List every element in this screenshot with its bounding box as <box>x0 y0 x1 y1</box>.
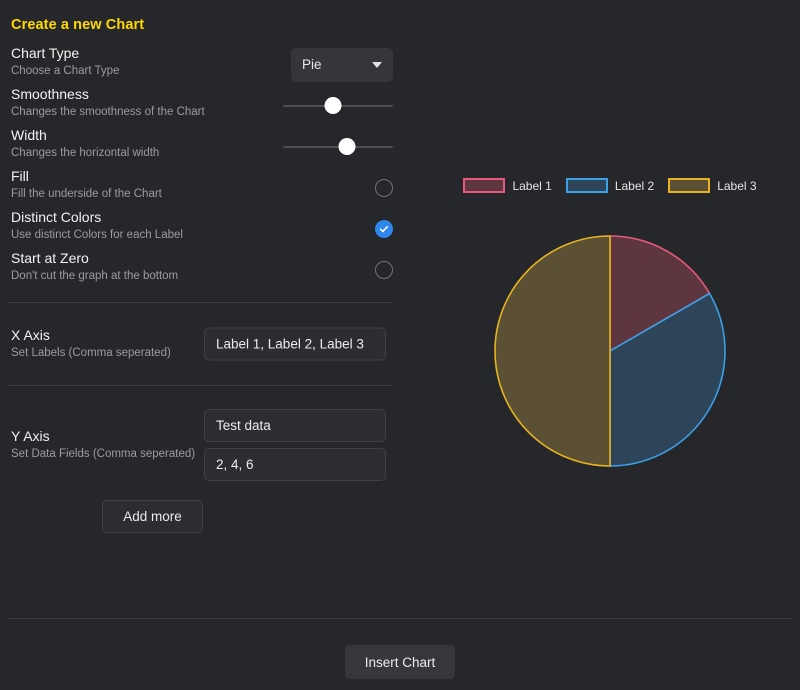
y-axis-text: Y Axis Set Data Fields (Comma seperated) <box>11 427 201 463</box>
setting-distinct-colors: Distinct Colors Use distinct Colors for … <box>0 208 420 249</box>
legend-item[interactable]: Label 1 <box>463 178 552 193</box>
setting-distinct-colors-control <box>375 208 393 249</box>
setting-width: Width Changes the horizontal width <box>0 126 420 167</box>
setting-distinct-colors-label: Distinct Colors <box>11 209 102 225</box>
divider-above-y-axis <box>8 385 393 386</box>
setting-fill-text: Fill Fill the underside of the Chart <box>11 167 261 203</box>
x-axis-description: Set Labels (Comma seperated) <box>11 347 171 359</box>
y-axis-series-name-input[interactable] <box>204 409 386 442</box>
setting-fill-control <box>375 167 393 208</box>
setting-width-description: Changes the horizontal width <box>11 147 160 159</box>
setting-start-at-zero-control <box>375 249 393 290</box>
insert-chart-button[interactable]: Insert Chart <box>345 645 455 679</box>
y-axis-label: Y Axis <box>11 428 50 444</box>
setting-fill-label: Fill <box>11 168 29 184</box>
setting-chart-type: Chart Type Choose a Chart Type Pie <box>0 44 420 85</box>
footer-divider <box>8 618 793 619</box>
add-more-button[interactable]: Add more <box>102 500 203 533</box>
chart-preview: Label 1 Label 2 Label 3 <box>420 44 800 604</box>
setting-fill-description: Fill the underside of the Chart <box>11 188 162 200</box>
y-axis-fields <box>204 409 386 481</box>
setting-width-text: Width Changes the horizontal width <box>11 126 261 162</box>
y-axis-section: Y Axis Set Data Fields (Comma seperated) <box>0 402 420 488</box>
settings-panel: Chart Type Choose a Chart Type Pie Smoot… <box>0 44 420 533</box>
x-axis-fields <box>204 327 386 361</box>
legend-item[interactable]: Label 2 <box>565 178 655 193</box>
x-axis-section: X Axis Set Labels (Comma seperated) <box>0 315 420 373</box>
x-axis-text: X Axis Set Labels (Comma seperated) <box>11 326 201 362</box>
x-axis-labels-input[interactable] <box>204 327 386 361</box>
setting-smoothness-description: Changes the smoothness of the Chart <box>11 106 205 118</box>
y-axis-description: Set Data Fields (Comma seperated) <box>11 448 196 460</box>
legend-item[interactable]: Label 3 <box>668 178 757 193</box>
legend-label: Label 1 <box>512 178 552 193</box>
divider-above-x-axis <box>8 302 393 303</box>
chevron-down-icon <box>372 61 382 68</box>
create-chart-dialog: Create a new Chart Chart Type Choose a C… <box>0 0 800 690</box>
setting-start-at-zero-text: Start at Zero Don't cut the graph at the… <box>11 249 261 285</box>
start-at-zero-toggle[interactable] <box>375 260 393 279</box>
setting-chart-type-description: Choose a Chart Type <box>11 65 120 77</box>
pie-chart-wrapper <box>420 226 800 476</box>
setting-smoothness-label: Smoothness <box>11 86 89 102</box>
fill-toggle[interactable] <box>375 178 393 197</box>
setting-start-at-zero-description: Don't cut the graph at the bottom <box>11 270 179 282</box>
chart-type-dropdown[interactable]: Pie <box>291 47 393 82</box>
setting-chart-type-text: Chart Type Choose a Chart Type <box>11 44 261 80</box>
x-axis-label: X Axis <box>11 327 50 343</box>
chart-legend: Label 1 Label 2 Label 3 <box>420 178 800 193</box>
pie-chart[interactable] <box>485 226 735 476</box>
setting-width-label: Width <box>11 127 47 143</box>
distinct-colors-toggle[interactable] <box>375 219 393 238</box>
setting-start-at-zero-label: Start at Zero <box>11 250 89 266</box>
footer-actions: Insert Chart <box>0 645 800 679</box>
legend-label: Label 2 <box>614 178 655 193</box>
legend-swatch <box>668 178 711 193</box>
width-slider[interactable] <box>283 137 393 157</box>
check-icon <box>379 225 389 232</box>
chart-type-dropdown-value: Pie <box>302 57 322 72</box>
setting-smoothness-control <box>283 85 393 126</box>
legend-swatch <box>463 178 506 193</box>
smoothness-slider-thumb[interactable] <box>324 97 341 114</box>
setting-start-at-zero: Start at Zero Don't cut the graph at the… <box>0 249 420 290</box>
setting-smoothness: Smoothness Changes the smoothness of the… <box>0 85 420 126</box>
y-axis-data-values-input[interactable] <box>204 448 386 481</box>
legend-label: Label 3 <box>717 178 757 193</box>
pie-slice[interactable] <box>494 235 611 467</box>
setting-fill: Fill Fill the underside of the Chart <box>0 167 420 208</box>
setting-chart-type-label: Chart Type <box>11 45 80 61</box>
setting-distinct-colors-description: Use distinct Colors for each Label <box>11 229 183 241</box>
legend-swatch <box>565 178 608 193</box>
setting-chart-type-control: Pie <box>291 44 393 85</box>
width-slider-thumb[interactable] <box>338 138 356 155</box>
add-more-wrapper: Add more <box>0 500 420 533</box>
setting-distinct-colors-text: Distinct Colors Use distinct Colors for … <box>11 208 261 244</box>
setting-smoothness-text: Smoothness Changes the smoothness of the… <box>11 85 261 121</box>
setting-width-control <box>283 126 393 167</box>
smoothness-slider[interactable] <box>283 96 393 116</box>
page-title: Create a new Chart <box>11 17 145 33</box>
